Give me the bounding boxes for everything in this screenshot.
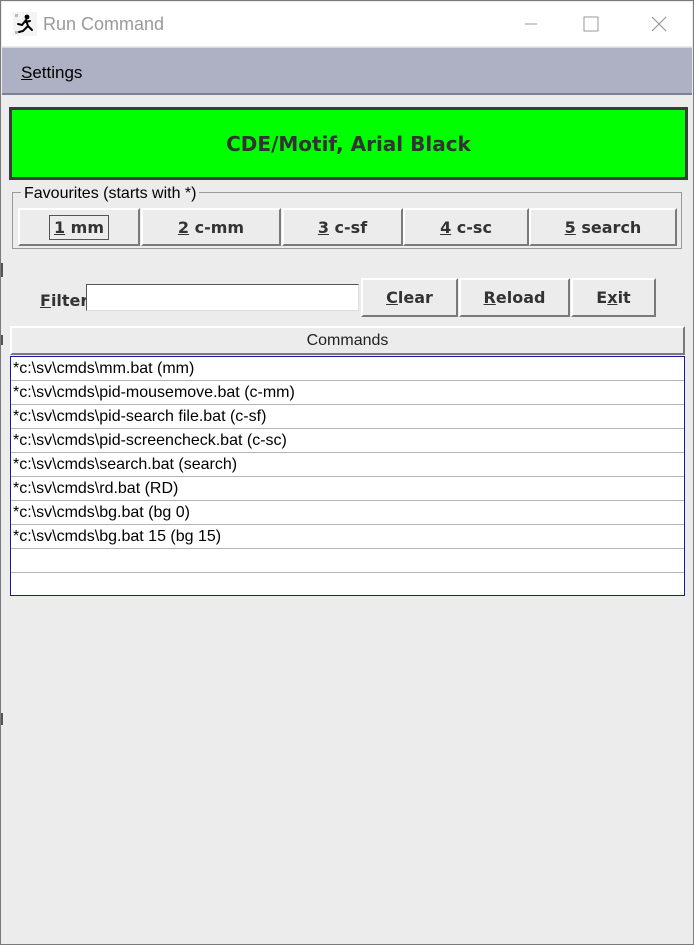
filter-input[interactable]: [86, 284, 359, 311]
exit-label-pre: E: [596, 288, 608, 307]
favourite-button-5[interactable]: 5 search: [529, 208, 677, 246]
clear-mnemonic: C: [386, 288, 398, 307]
favourite-number: 5: [564, 217, 576, 237]
edge-mark: [1, 713, 3, 725]
favourite-label: search: [575, 217, 642, 237]
settings-mnemonic: S: [21, 63, 33, 82]
table-row[interactable]: [11, 573, 684, 597]
filter-label: Filter: [40, 291, 88, 310]
menu-bar: Settings: [2, 47, 692, 95]
favourite-number: 3: [317, 217, 329, 237]
settings-label: ettings: [32, 63, 83, 82]
edge-mark: [1, 263, 3, 277]
reload-label: eload: [495, 288, 546, 307]
filter-label-rest: ilter: [50, 291, 89, 310]
favourite-button-3[interactable]: 3 c-sf: [282, 208, 403, 246]
commands-column-header[interactable]: Commands: [10, 326, 685, 355]
exit-label-post: it: [617, 288, 631, 307]
table-row[interactable]: *c:\sv\cmds\search.bat (search): [11, 453, 684, 477]
favourite-number: 1: [53, 217, 66, 237]
table-row[interactable]: *c:\sv\cmds\rd.bat (RD): [11, 477, 684, 501]
maximize-button[interactable]: [568, 2, 614, 46]
window-title: Run Command: [43, 14, 165, 34]
menu-settings[interactable]: Settings: [21, 63, 82, 83]
table-row[interactable]: [11, 549, 684, 573]
table-row[interactable]: *c:\sv\cmds\pid-screencheck.bat (c-sc): [11, 429, 684, 453]
reload-mnemonic: R: [483, 288, 496, 307]
table-row[interactable]: *c:\sv\cmds\pid-search file.bat (c-sf): [11, 405, 684, 429]
clear-button[interactable]: Clear: [361, 278, 458, 317]
table-row[interactable]: *c:\sv\cmds\pid-mousemove.bat (c-mm): [11, 381, 684, 405]
exit-mnemonic: x: [607, 288, 618, 307]
favourite-button-2[interactable]: 2 c-mm: [141, 208, 281, 246]
reload-button[interactable]: Reload: [459, 278, 570, 317]
favourite-label: c-mm: [189, 217, 245, 237]
favourite-label: c-sf: [328, 217, 368, 237]
running-man-icon: [13, 12, 37, 36]
favourite-label: mm: [65, 217, 105, 237]
clear-label: lear: [397, 288, 433, 307]
close-icon: [651, 16, 667, 32]
edge-mark: [1, 335, 3, 345]
favourite-label: c-sc: [451, 217, 492, 237]
minimize-icon: [525, 23, 537, 25]
favourite-number: 2: [177, 217, 190, 237]
minimize-button[interactable]: [508, 2, 554, 46]
exit-button[interactable]: Exit: [571, 278, 656, 317]
table-row[interactable]: *c:\sv\cmds\bg.bat 15 (bg 15): [11, 525, 684, 549]
favourite-button-1[interactable]: 1 mm: [18, 208, 140, 246]
look-and-feel-banner: CDE/Motif, Arial Black: [9, 107, 688, 180]
close-button[interactable]: [636, 2, 682, 46]
filter-mnemonic: F: [40, 291, 51, 310]
favourite-number: 4: [440, 217, 452, 237]
favourite-button-4[interactable]: 4 c-sc: [403, 208, 529, 246]
table-row[interactable]: *c:\sv\cmds\bg.bat (bg 0): [11, 501, 684, 525]
banner-text: CDE/Motif, Arial Black: [226, 131, 471, 156]
maximize-icon: [583, 16, 599, 32]
table-row[interactable]: *c:\sv\cmds\mm.bat (mm): [11, 357, 684, 381]
commands-list: *c:\sv\cmds\mm.bat (mm) *c:\sv\cmds\pid-…: [10, 356, 685, 596]
favourites-legend: Favourites (starts with *): [21, 185, 200, 203]
run-command-window: Run Command Settings CDE/Motif, Arial Bl…: [0, 0, 694, 945]
title-bar[interactable]: Run Command: [2, 2, 692, 46]
